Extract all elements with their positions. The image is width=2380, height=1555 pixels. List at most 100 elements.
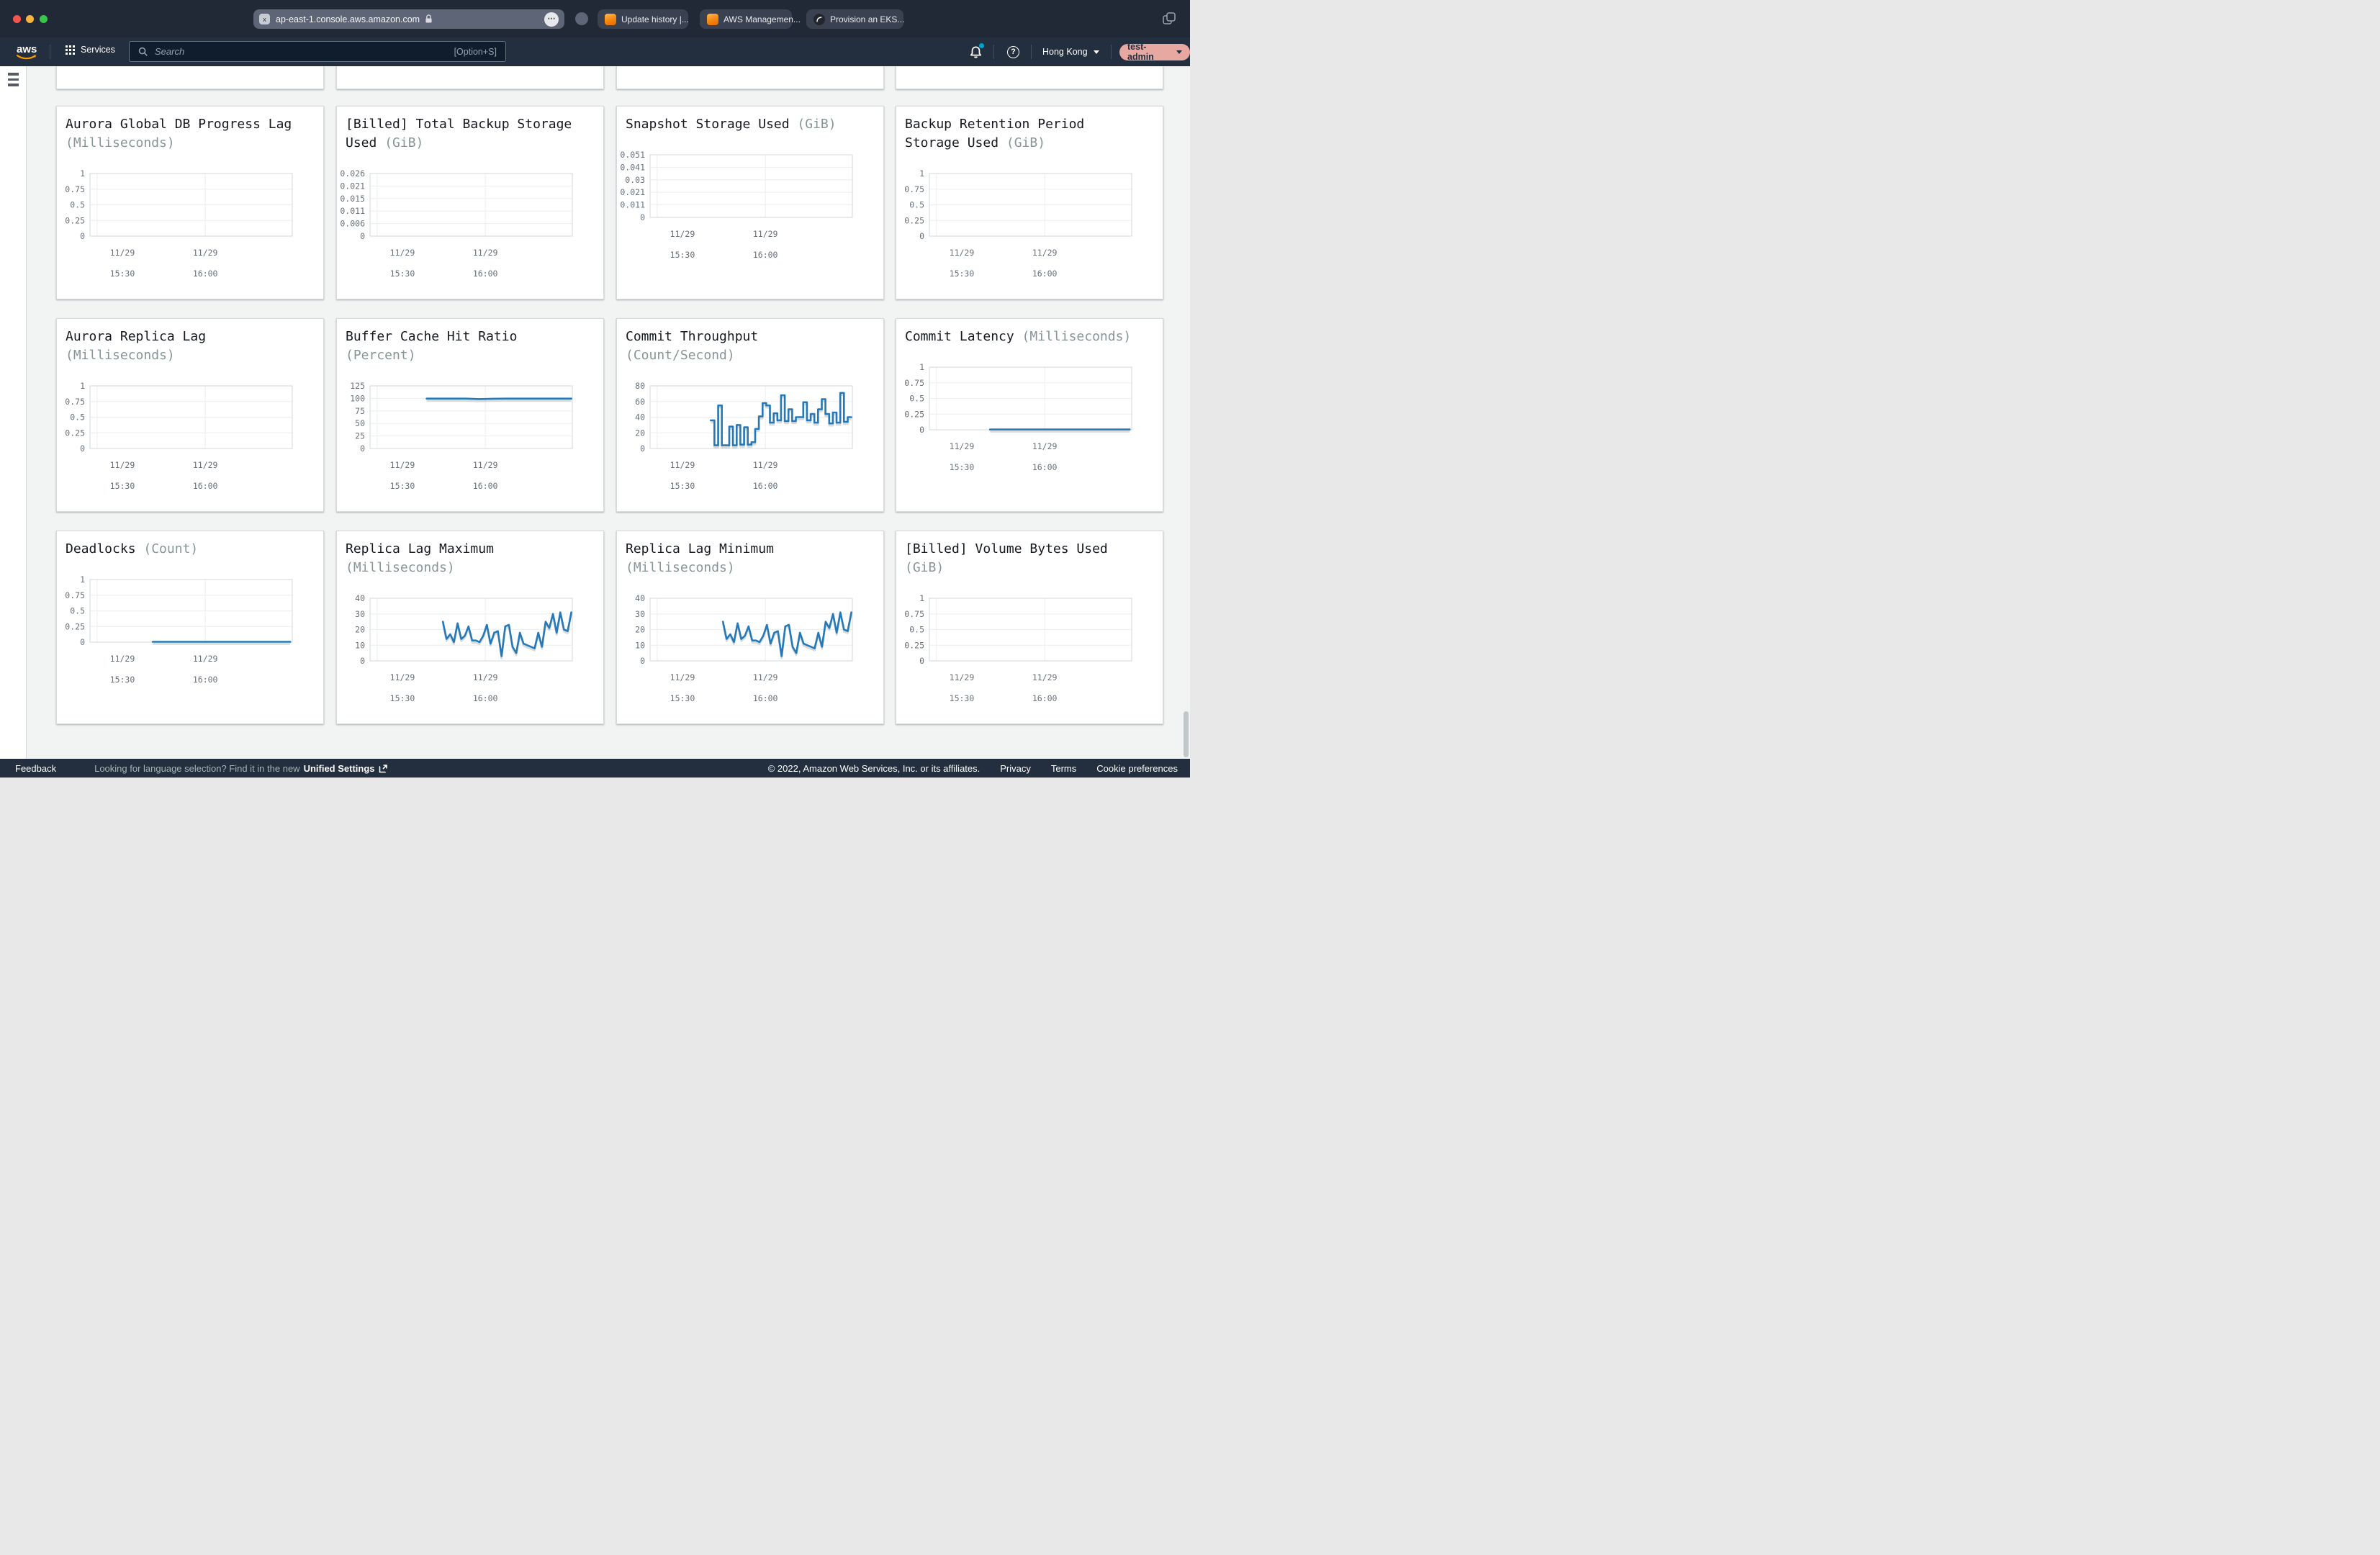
y-tick-label: 0 (80, 231, 85, 241)
hamburger-menu-icon[interactable] (8, 73, 19, 89)
y-tick-label: 10 (355, 640, 365, 650)
x-tick-label: 11/29 (753, 460, 778, 470)
y-tick-label: 20 (635, 428, 645, 438)
x-tick-label: 16:00 (473, 693, 498, 703)
url-more-button[interactable]: ⋯ (544, 12, 559, 27)
y-tick-label: 0.006 (340, 219, 365, 229)
y-tick-label: 0.75 (904, 184, 924, 194)
notifications-button[interactable] (969, 45, 983, 63)
y-tick-label: 1 (919, 593, 924, 603)
terms-link[interactable]: Terms (1051, 763, 1076, 774)
x-tick-label: 15:30 (390, 481, 415, 491)
url-bar[interactable]: x ap-east-1.console.aws.amazon.com ⋯ (253, 9, 564, 29)
metric-card-partial (616, 66, 884, 89)
metric-card: Deadlocks (Count)10.750.50.25011/2915:30… (56, 531, 324, 724)
y-tick-label: 0.5 (70, 606, 85, 616)
y-tick-label: 0.25 (904, 409, 924, 419)
scrollbar-thumb[interactable] (1184, 711, 1189, 757)
minimize-window-button[interactable] (26, 15, 34, 23)
x-tick-label: 16:00 (1032, 693, 1058, 703)
y-tick-label: 0.5 (909, 200, 924, 210)
chart-title-text: Buffer Cache Hit Ratio (346, 329, 517, 344)
y-tick-label: 0.75 (65, 184, 85, 194)
copy-tabs-icon[interactable] (1161, 11, 1177, 27)
x-tick-label: 16:00 (473, 481, 498, 491)
y-tick-label: 0.011 (620, 200, 645, 210)
services-menu[interactable]: Services (66, 45, 115, 55)
x-tick-label: 11/29 (670, 672, 695, 682)
y-tick-label: 0.75 (904, 378, 924, 388)
extension-button[interactable] (575, 12, 588, 25)
y-tick-label: 30 (355, 609, 365, 619)
y-tick-label: 0.5 (70, 413, 85, 423)
metric-card: Commit Throughput (Count/Second)80604020… (616, 318, 884, 512)
y-tick-label: 60 (635, 397, 645, 407)
y-tick-label: 0 (80, 637, 85, 647)
search-icon (138, 47, 148, 57)
x-tick-label: 11/29 (1032, 441, 1058, 451)
url-text: ap-east-1.console.aws.amazon.com (276, 14, 420, 24)
services-grid-icon (66, 45, 75, 55)
metric-chart: 80604020011/2915:3011/2916:00 (626, 384, 876, 492)
x-tick-label: 11/29 (670, 229, 695, 239)
browser-tab-provision-eks[interactable]: Provision an EKS... (806, 9, 903, 29)
x-tick-label: 11/29 (950, 672, 975, 682)
metric-card: [Billed] Total Backup Storage Used (GiB)… (336, 106, 604, 299)
metric-chart: 10.750.50.25011/2915:3011/2916:00 (905, 366, 1155, 474)
account-label: test-admin (1127, 42, 1171, 62)
close-window-button[interactable] (13, 15, 21, 23)
chart-title-text: [Billed] Volume Bytes Used (905, 541, 1108, 556)
chart-title: Buffer Cache Hit Ratio (Percent) (346, 328, 585, 365)
x-tick-label: 16:00 (193, 481, 218, 491)
browser-tab-update-history[interactable]: Update history |... (598, 9, 688, 29)
copyright-text: © 2022, Amazon Web Services, Inc. or its… (768, 763, 981, 774)
zoom-window-button[interactable] (40, 15, 48, 23)
y-tick-label: 0 (919, 231, 924, 241)
y-tick-label: 0 (640, 656, 645, 666)
y-tick-label: 0.021 (620, 187, 645, 197)
account-menu[interactable]: test-admin (1119, 44, 1190, 60)
feedback-button[interactable]: Feedback (15, 763, 56, 774)
aws-logo[interactable]: aws (14, 42, 39, 62)
x-tick-label: 16:00 (753, 693, 778, 703)
metric-chart: 0.0260.0210.0150.0110.006011/2915:3011/2… (346, 172, 596, 280)
y-tick-label: 1 (919, 362, 924, 372)
chart-title: Backup Retention Period Storage Used (Gi… (905, 115, 1144, 153)
x-tick-label: 16:00 (193, 269, 218, 279)
browser-tab-aws-management[interactable]: AWS Managemen... (700, 9, 792, 29)
metric-chart: 10.750.50.25011/2915:3011/2916:00 (905, 172, 1155, 280)
search-input[interactable]: Search [Option+S] (129, 41, 506, 62)
chart-title-text: Replica Lag Maximum (346, 541, 494, 556)
x-tick-label: 11/29 (390, 460, 415, 470)
external-link-icon (379, 764, 388, 773)
y-tick-label: 10 (635, 640, 645, 650)
chart-title: Aurora Global DB Progress Lag (Milliseco… (66, 115, 305, 153)
x-tick-label: 15:30 (950, 462, 975, 472)
chevron-down-icon (1094, 50, 1099, 54)
metric-card: Buffer Cache Hit Ratio (Percent)12510075… (336, 318, 604, 512)
y-tick-label: 0.75 (904, 609, 924, 619)
aws-favicon (707, 14, 718, 25)
question-icon: ? (1011, 48, 1016, 56)
unified-settings-label: Unified Settings (304, 763, 375, 774)
y-tick-label: 0.011 (340, 206, 365, 216)
y-tick-label: 0 (919, 656, 924, 666)
x-tick-label: 11/29 (193, 460, 218, 470)
cookie-preferences-link[interactable]: Cookie preferences (1096, 763, 1178, 774)
extension-icon[interactable]: x (259, 14, 270, 24)
privacy-link[interactable]: Privacy (1000, 763, 1031, 774)
x-tick-label: 11/29 (1032, 248, 1058, 258)
metric-card: Aurora Replica Lag (Milliseconds)10.750.… (56, 318, 324, 512)
data-line (711, 393, 851, 446)
chart-unit: (Milliseconds) (66, 348, 175, 363)
tab-label: Provision an EKS... (830, 14, 904, 24)
y-tick-label: 0.25 (65, 621, 85, 631)
svg-text:aws: aws (17, 43, 37, 55)
region-selector[interactable]: Hong Kong (1042, 47, 1099, 57)
x-tick-label: 11/29 (950, 248, 975, 258)
tutorial-favicon (813, 14, 825, 25)
help-button[interactable]: ? (1007, 46, 1019, 58)
divider (993, 45, 994, 59)
chart-title-text: Deadlocks (66, 541, 136, 556)
unified-settings-link[interactable]: Unified Settings (304, 763, 388, 774)
